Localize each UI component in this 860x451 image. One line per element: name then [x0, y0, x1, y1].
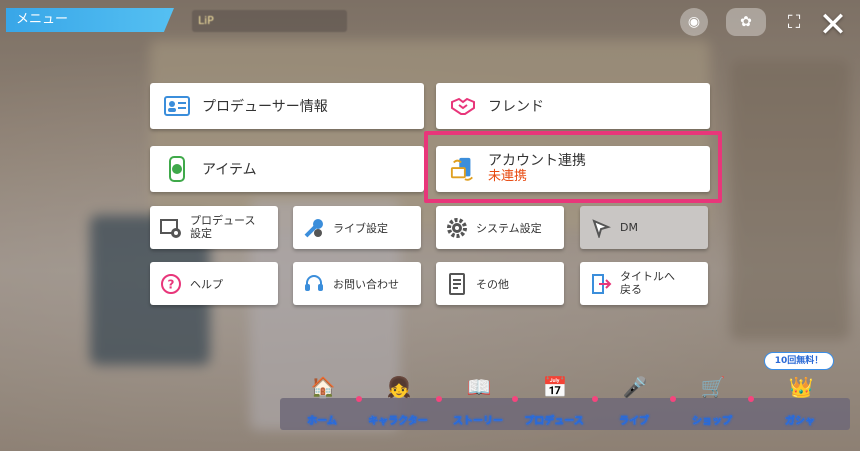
producer-info-button[interactable]: プロデューサー情報: [150, 83, 424, 129]
help-icon: ?: [160, 273, 182, 295]
system-settings-label: システム設定: [476, 221, 542, 235]
id-card-icon: [164, 93, 190, 119]
nav-home-label: ホーム: [307, 416, 337, 428]
system-settings-button[interactable]: システム設定: [436, 206, 564, 249]
handshake-icon: [450, 93, 476, 119]
status-icon: ◉: [680, 8, 708, 36]
produce-settings-button[interactable]: プロデュース 設定: [150, 206, 278, 249]
other-label: その他: [476, 277, 509, 291]
nav-gacha-label: ガシャ: [785, 416, 816, 428]
nav-live[interactable]: 🎤 ライブ: [598, 372, 670, 432]
live-settings-button[interactable]: ライブ設定: [293, 206, 421, 249]
gear-icon: [446, 217, 468, 239]
menu-title: メニュー: [6, 8, 174, 32]
produce-settings-label-2: 設定: [190, 226, 212, 240]
nav-live-label: ライブ: [619, 416, 650, 428]
character-icon: 👧: [386, 375, 412, 399]
friend-button[interactable]: フレンド: [436, 83, 710, 129]
player-info: LiP: [192, 10, 347, 32]
back-to-title-button[interactable]: タイトルへ 戻る: [580, 262, 708, 305]
book-icon: 📖: [466, 375, 492, 399]
item-button[interactable]: アイテム: [150, 146, 424, 192]
nav-produce[interactable]: 📅 プロデュース: [518, 372, 590, 432]
other-button[interactable]: その他: [436, 262, 564, 305]
live-settings-icon: [303, 217, 325, 239]
nav-gacha[interactable]: 👑 ガシャ: [764, 372, 836, 432]
nav-home[interactable]: 🏠 ホーム: [286, 372, 358, 432]
dm-button[interactable]: DM: [580, 206, 708, 249]
document-icon: [446, 272, 468, 295]
logo-icon: ✿: [726, 8, 766, 36]
nav-character-label: キャラクター: [368, 416, 428, 428]
nav-shop-label: ショップ: [692, 416, 733, 428]
nav-shop[interactable]: 🛒 ショップ: [676, 372, 748, 432]
home-icon: 🏠: [310, 375, 336, 399]
calendar-icon: 📅: [542, 375, 568, 399]
item-icon: [164, 156, 190, 182]
close-button[interactable]: ✕: [816, 8, 850, 42]
tutorial-highlight: [424, 131, 722, 203]
svg-text:?: ?: [168, 277, 175, 291]
back-to-title-label-1: タイトルへ: [620, 269, 675, 283]
friend-label: フレンド: [488, 99, 544, 115]
nav-character[interactable]: 👧 キャラクター: [362, 372, 434, 432]
help-button[interactable]: ? ヘルプ: [150, 262, 278, 305]
cursor-icon: [590, 217, 612, 239]
nav-separator: [748, 396, 754, 402]
exit-icon: [590, 273, 612, 295]
gacha-free-badge: 10回無料！: [764, 352, 834, 370]
back-to-title-label-2: 戻る: [620, 282, 642, 296]
dm-label: DM: [620, 221, 638, 234]
contact-label: お問い合わせ: [333, 277, 399, 291]
cart-icon: 🛒: [700, 375, 726, 399]
nav-story[interactable]: 📖 ストーリー: [442, 372, 514, 432]
help-label: ヘルプ: [190, 277, 223, 291]
produce-settings-icon: [160, 217, 182, 239]
producer-info-label: プロデューサー情報: [202, 99, 328, 115]
fullscreen-icon[interactable]: ⛶: [780, 8, 808, 36]
headset-icon: [303, 273, 325, 295]
nav-story-label: ストーリー: [453, 416, 504, 428]
live-settings-label: ライブ設定: [333, 221, 388, 235]
produce-settings-label-1: プロデュース: [190, 213, 256, 227]
contact-button[interactable]: お問い合わせ: [293, 262, 421, 305]
nav-produce-label: プロデュース: [524, 416, 584, 428]
item-label: アイテム: [202, 162, 257, 178]
stage-icon: 🎤: [622, 375, 648, 399]
crown-icon: 👑: [788, 375, 814, 399]
